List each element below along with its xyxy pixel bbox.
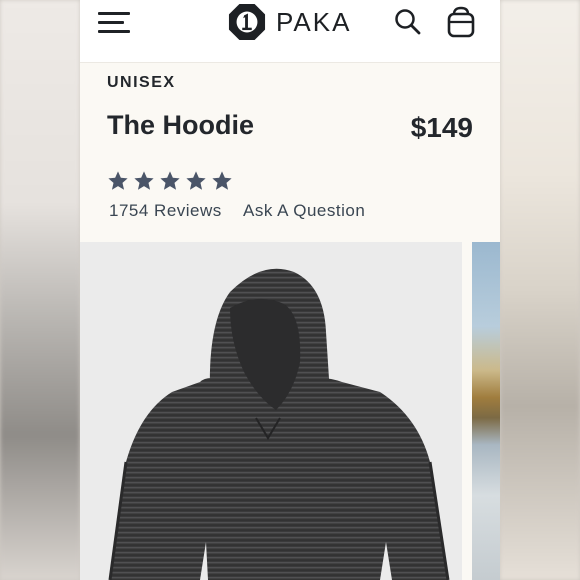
search-icon[interactable] — [394, 8, 422, 36]
next-product-image[interactable] — [472, 242, 500, 580]
product-image[interactable] — [80, 242, 462, 580]
background-right — [500, 0, 580, 580]
background-left — [0, 0, 80, 580]
shopping-bag-icon[interactable] — [444, 5, 478, 39]
site-header: PAKA — [80, 0, 500, 63]
hoodie-illustration — [108, 268, 450, 580]
star-icon — [108, 171, 128, 190]
brand-link[interactable]: PAKA — [228, 3, 351, 41]
reviews-link[interactable]: 1754 Reviews — [109, 201, 222, 221]
star-icon — [212, 171, 232, 190]
star-icon — [134, 171, 154, 190]
star-icon — [186, 171, 206, 190]
product-price: $149 — [410, 112, 473, 143]
paka-logo-icon — [228, 3, 266, 41]
menu-icon[interactable] — [98, 10, 130, 34]
brand-name: PAKA — [276, 6, 352, 37]
star-icon — [160, 171, 180, 190]
product-page: PAKA UNISEX The Hoodie $149 1754 Reviews… — [80, 0, 500, 580]
product-gender: UNISEX — [107, 74, 176, 91]
product-info: UNISEX The Hoodie $149 1754 Reviews Ask … — [80, 62, 500, 242]
product-title: The Hoodie — [107, 110, 254, 140]
product-gallery[interactable] — [80, 242, 500, 580]
star-rating[interactable] — [107, 170, 233, 192]
ask-question-link[interactable]: Ask A Question — [243, 201, 365, 221]
